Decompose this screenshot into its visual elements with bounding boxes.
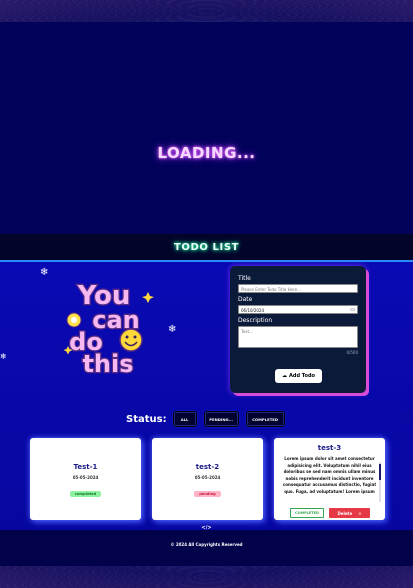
calendar-icon[interactable]: ▭	[350, 307, 355, 314]
app-header: TODO LIST	[0, 234, 413, 260]
copyright-text: © 2024 All Copyrights Reserved	[170, 542, 243, 547]
delete-label: Delete	[337, 510, 353, 516]
status-badge: pending	[194, 491, 221, 497]
date-input[interactable]: 06/10/2024 ▭	[238, 305, 358, 314]
todo-date: 05-05-2024	[194, 475, 221, 480]
loading-overlay: LOADING...	[0, 22, 413, 258]
bottom-decorative-rings	[0, 566, 413, 588]
cloud-icon: ☁	[282, 373, 288, 379]
todo-card[interactable]: Test-1 05-05-2024 completed	[30, 438, 141, 520]
todo-title: Test-1	[73, 463, 98, 471]
char-count: 0/500	[346, 350, 358, 355]
description-label: Description	[238, 317, 273, 324]
snowflake-icon: ❄	[40, 267, 49, 278]
todo-title: test-3	[317, 444, 342, 452]
filter-completed-button[interactable]: COMPLETED	[246, 412, 284, 426]
todo-description: Lorem ipsum dolor sit amet consectetur a…	[282, 456, 377, 494]
you-can-do-this-sticker: You can do this	[63, 280, 154, 376]
status-label: Status:	[126, 413, 167, 425]
sticker-line-4: this	[82, 350, 133, 376]
delete-button[interactable]: Delete ✕	[329, 508, 370, 518]
smiley-icon	[119, 328, 143, 352]
status-badge: completed	[69, 491, 102, 497]
todo-title: test-2	[195, 463, 220, 471]
page-title: TODO LIST	[173, 241, 240, 253]
footer: </> © 2024 All Copyrights Reserved	[0, 525, 413, 566]
todo-list: Test-1 05-05-2024 completed test-2 05-05…	[24, 433, 392, 526]
description-scrollbar[interactable]	[379, 462, 381, 502]
description-textarea[interactable]: Text...	[238, 326, 358, 348]
snowflake-icon: ❄	[168, 324, 177, 335]
status-filter-bar: Status: ALL PENDING... COMPLETED	[126, 410, 293, 428]
flower-icon	[66, 312, 82, 328]
top-decorative-rings	[0, 0, 413, 22]
date-label: Date	[238, 296, 253, 303]
mark-completed-button[interactable]: COMPLETED	[290, 508, 324, 518]
filter-all-button[interactable]: ALL	[173, 412, 196, 426]
date-value: 06/10/2024	[241, 308, 265, 313]
snowflake-icon: ❄	[0, 352, 7, 361]
filter-pending-button[interactable]: PENDING...	[204, 412, 238, 426]
add-todo-button[interactable]: ☁ Add Todo	[275, 369, 322, 383]
todo-date: 05-05-2024	[72, 475, 99, 480]
code-icon: </>	[201, 525, 212, 531]
todo-card-expanded[interactable]: test-3 Lorem ipsum dolor sit amet consec…	[274, 438, 385, 520]
page-scroll-handle[interactable]	[401, 410, 411, 424]
add-todo-form: Title Please Enter Todo Title Here... Da…	[230, 266, 366, 393]
close-icon: ✕	[358, 510, 362, 516]
title-input[interactable]: Please Enter Todo Title Here...	[238, 284, 358, 293]
loading-text: LOADING...	[157, 144, 256, 162]
title-label: Title	[238, 275, 251, 282]
sparkle-icon	[142, 292, 154, 303]
todo-card[interactable]: test-2 05-05-2024 pending	[152, 438, 263, 520]
add-todo-label: Add Todo	[289, 373, 315, 379]
